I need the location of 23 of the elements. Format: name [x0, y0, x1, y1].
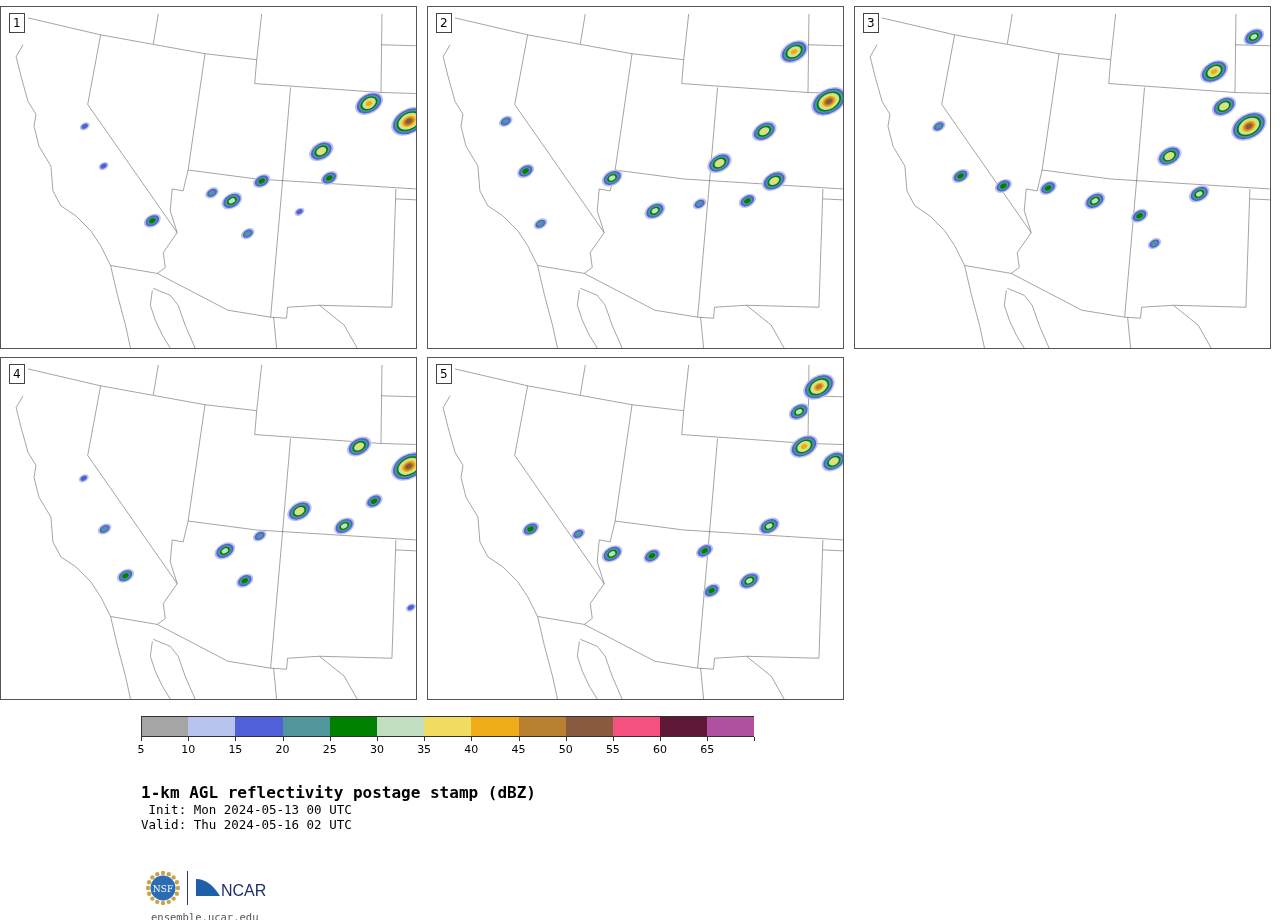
panel-number: 1 [9, 13, 25, 33]
panel-number: 5 [436, 364, 452, 384]
tick-label: 45 [511, 743, 526, 756]
chart-title: 1-km AGL reflectivity postage stamp (dBZ) [141, 784, 537, 802]
tick-label: 60 [653, 743, 668, 756]
tick-label: 50 [558, 743, 573, 756]
tick-label: 35 [417, 743, 432, 756]
tick-label: 40 [464, 743, 479, 756]
tick-label: 55 [605, 743, 620, 756]
nsf-logo: NSF [145, 870, 181, 906]
tick-label: 20 [275, 743, 290, 756]
panel-number: 2 [436, 13, 452, 33]
ncar-logo: NCAR [194, 876, 270, 900]
valid-time: Valid: Thu 2024-05-16 02 UTC [141, 817, 353, 832]
tick-label: 10 [181, 743, 196, 756]
tick-label: 15 [228, 743, 243, 756]
tick-label: 5 [137, 743, 145, 756]
panel-number: 3 [863, 13, 879, 33]
panel-number: 4 [9, 364, 25, 384]
tick-label: 25 [322, 743, 337, 756]
tick-label: 65 [700, 743, 715, 756]
tick-label: 30 [369, 743, 384, 756]
init-time: Init: Mon 2024-05-13 00 UTC [147, 802, 353, 817]
